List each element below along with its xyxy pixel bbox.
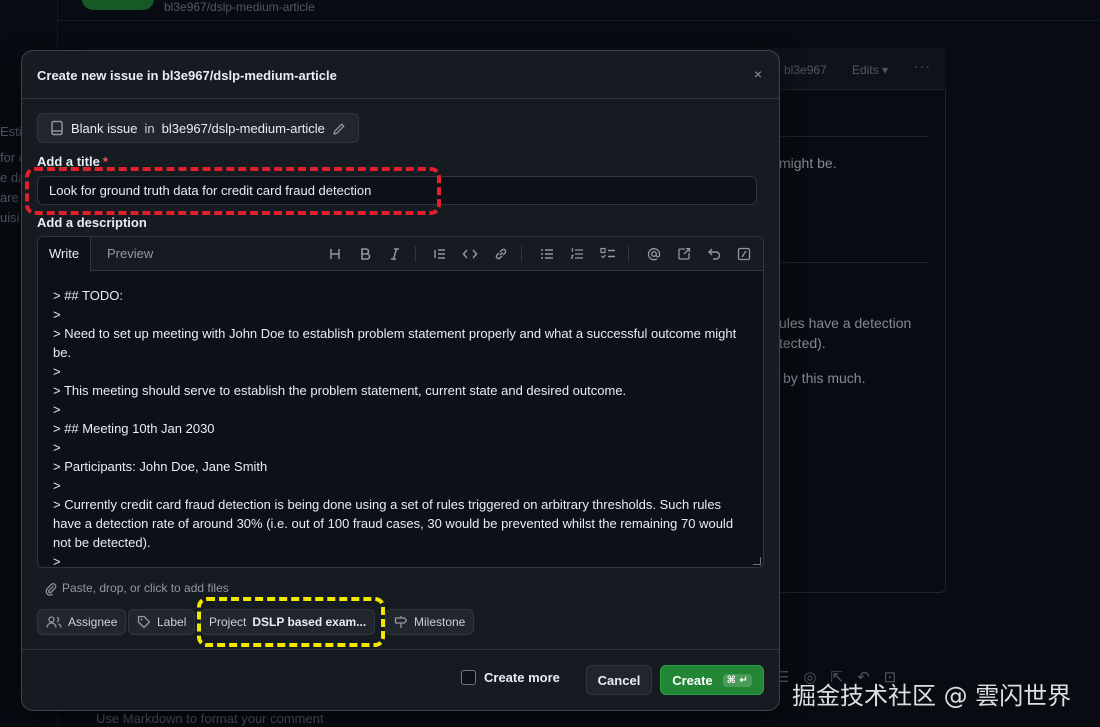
numbered-list-icon[interactable] bbox=[565, 243, 589, 265]
undo-icon[interactable] bbox=[702, 243, 726, 265]
issue-template-icon bbox=[50, 120, 64, 137]
create-button-label: Create bbox=[672, 672, 713, 688]
description-line: > Need to set up meeting with John Doe t… bbox=[53, 326, 740, 360]
dialog-footer: Create more Cancel Create ⌘ ↵ bbox=[22, 649, 779, 710]
checkbox[interactable] bbox=[461, 670, 476, 685]
create-more-checkbox[interactable]: Create more bbox=[461, 670, 560, 685]
milestone-label: Milestone bbox=[414, 615, 466, 629]
cancel-button[interactable]: Cancel bbox=[586, 665, 652, 695]
description-line: > bbox=[53, 364, 61, 379]
project-value: DSLP based exam... bbox=[252, 615, 367, 629]
description-editor: Write Preview > ## TODO: > > Need to set… bbox=[37, 236, 764, 568]
assignee-label: Assignee bbox=[68, 615, 118, 629]
close-icon[interactable]: × bbox=[747, 63, 769, 85]
bulleted-list-icon[interactable] bbox=[535, 243, 559, 265]
toolbar-divider bbox=[415, 246, 416, 262]
code-icon[interactable] bbox=[458, 243, 482, 265]
template-name: Blank issue bbox=[71, 120, 138, 136]
title-input[interactable] bbox=[37, 176, 757, 205]
create-issue-dialog: Create new issue in bl3e967/dslp-medium-… bbox=[21, 50, 780, 711]
title-label: Add a title * bbox=[37, 154, 108, 169]
mention-icon[interactable] bbox=[642, 243, 666, 265]
cross-reference-icon[interactable] bbox=[672, 243, 696, 265]
link-icon[interactable] bbox=[489, 243, 513, 265]
attach-files-button[interactable]: Paste, drop, or click to add files bbox=[45, 581, 229, 596]
description-line: > Participants: John Doe, Jane Smith bbox=[53, 459, 268, 474]
template-selector[interactable]: Blank issue in bl3e967/dslp-medium-artic… bbox=[37, 113, 359, 143]
attach-files-label: Paste, drop, or click to add files bbox=[62, 581, 229, 596]
task-list-icon[interactable] bbox=[596, 243, 620, 265]
description-line: > bbox=[53, 440, 61, 455]
slash-commands-icon[interactable] bbox=[732, 243, 756, 265]
description-line: > Currently credit card fraud detection … bbox=[53, 497, 737, 550]
template-repo: bl3e967/dslp-medium-article bbox=[161, 120, 325, 136]
milestone-button[interactable]: Milestone bbox=[385, 609, 475, 635]
pencil-icon[interactable] bbox=[332, 120, 346, 136]
required-marker: * bbox=[102, 154, 108, 169]
description-line: > ## Meeting 10th Jan 2030 bbox=[53, 421, 215, 436]
description-line: > bbox=[53, 554, 61, 567]
create-button[interactable]: Create ⌘ ↵ bbox=[660, 665, 764, 695]
tag-icon bbox=[137, 615, 151, 630]
toolbar-divider bbox=[521, 246, 522, 262]
tab-write[interactable]: Write bbox=[38, 237, 92, 272]
template-in-word: in bbox=[144, 120, 155, 136]
description-label: Add a description bbox=[37, 215, 147, 230]
title-label-text: Add a title bbox=[37, 154, 100, 169]
description-line: > bbox=[53, 307, 61, 322]
toolbar-divider bbox=[628, 246, 629, 262]
resize-handle[interactable] bbox=[753, 557, 761, 565]
label-button[interactable]: Label bbox=[128, 609, 196, 635]
heading-icon[interactable] bbox=[323, 243, 347, 265]
paperclip-icon bbox=[45, 581, 57, 596]
people-icon bbox=[46, 615, 62, 630]
description-line: > ## TODO: bbox=[53, 288, 123, 303]
dialog-header: Create new issue in bl3e967/dslp-medium-… bbox=[22, 51, 779, 99]
watermark: 掘金技术社区 @ 雲闪世界 bbox=[792, 682, 1072, 710]
create-more-label: Create more bbox=[484, 670, 560, 685]
tab-preview[interactable]: Preview bbox=[96, 237, 164, 271]
project-prefix: Project bbox=[209, 615, 247, 629]
description-line: > bbox=[53, 402, 61, 417]
quote-icon[interactable] bbox=[428, 243, 452, 265]
italic-icon[interactable] bbox=[383, 243, 407, 265]
keyboard-shortcut-hint: ⌘ ↵ bbox=[722, 673, 752, 687]
description-textarea[interactable]: > ## TODO: > > Need to set up meeting wi… bbox=[38, 272, 763, 567]
project-button[interactable]: Project DSLP based exam... bbox=[200, 609, 376, 635]
milestone-icon bbox=[394, 615, 408, 630]
dialog-title: Create new issue in bl3e967/dslp-medium-… bbox=[37, 68, 337, 83]
bold-icon[interactable] bbox=[353, 243, 377, 265]
label-label: Label bbox=[157, 615, 187, 629]
description-line: > bbox=[53, 478, 61, 493]
editor-tabs: Write Preview bbox=[38, 237, 763, 272]
assignee-button[interactable]: Assignee bbox=[37, 609, 127, 635]
description-line: > This meeting should serve to establish… bbox=[53, 383, 627, 398]
